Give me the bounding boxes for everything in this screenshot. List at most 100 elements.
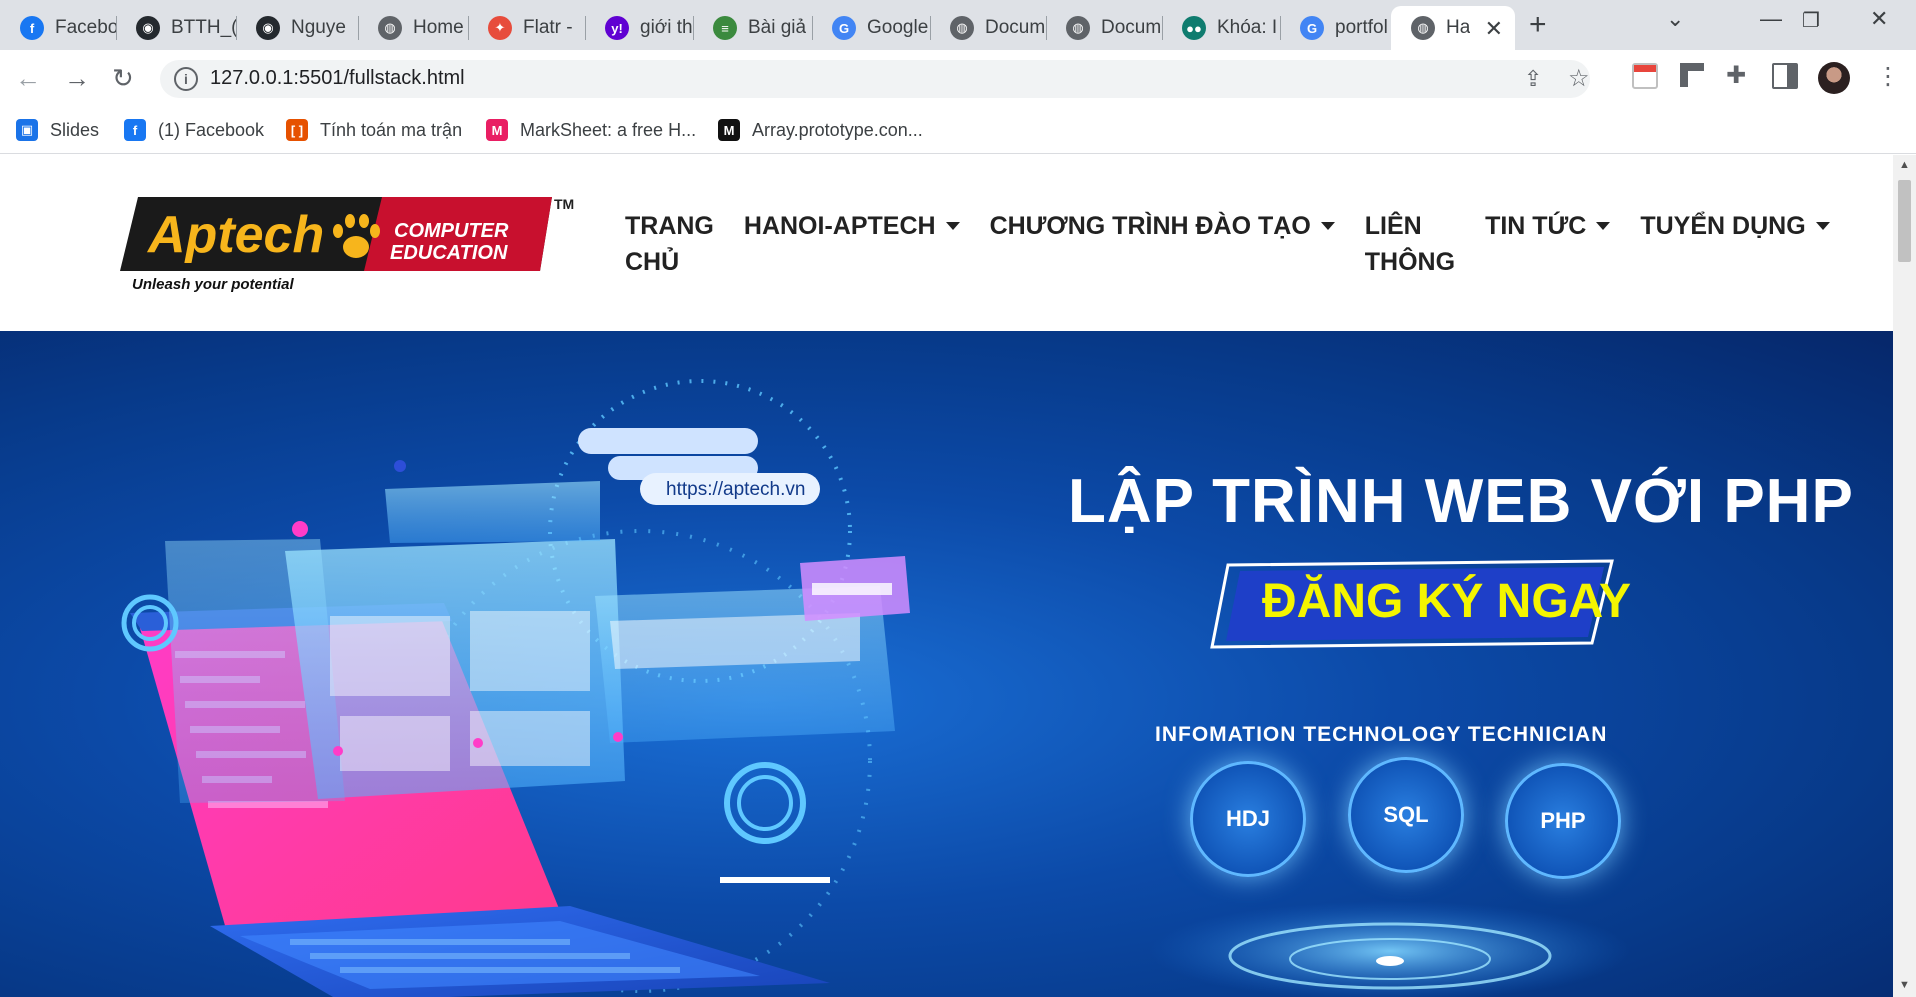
browser-tab[interactable]: Gportfol (1280, 6, 1391, 50)
globe-icon: ◍ (1066, 16, 1090, 40)
extensions-puzzle-icon[interactable]: ✚ (1726, 63, 1752, 89)
bookmark-item[interactable]: M Array.prototype.con... (718, 116, 923, 144)
browser-tab[interactable]: ●● Khóa: I (1162, 6, 1280, 50)
nav-label: TIN TỨC (1485, 212, 1587, 240)
facebook-icon: f (124, 119, 146, 141)
new-tab-button[interactable]: + (1529, 10, 1547, 40)
nav-item[interactable]: TRANG CHỦ (625, 208, 714, 280)
browser-tab[interactable]: ◍ Ha ✕ (1391, 6, 1515, 50)
share-icon[interactable]: ⇪ (1524, 66, 1542, 92)
forward-icon[interactable]: → (64, 63, 90, 93)
bookmark-item[interactable]: f (1) Facebook (124, 116, 264, 144)
logo-brand-text: Aptech (146, 206, 324, 264)
nav-label: HANOI-APTECH (743, 212, 936, 240)
extension-calendar-icon[interactable] (1632, 63, 1658, 89)
tab-label: Ha (1446, 17, 1471, 38)
profile-avatar[interactable] (1818, 62, 1850, 94)
restore-window-icon[interactable]: ❐ (1802, 8, 1820, 33)
nav-label: TUYỂN DỤNG (1640, 212, 1806, 240)
globe-icon: ◍ (1411, 16, 1435, 40)
matrix-icon: [ ] (286, 119, 308, 141)
close-tab-icon[interactable]: ✕ (1485, 16, 1503, 42)
reload-icon[interactable]: ↻ (112, 63, 134, 93)
coursera-dots-icon: ●● (1182, 16, 1206, 40)
bookmark-label: MarkSheet: a free H... (520, 119, 697, 140)
marksheet-icon: M (486, 119, 508, 141)
browser-tab[interactable]: ◍ Docum (930, 6, 1046, 50)
browser-tab[interactable]: ◍ Docum (1046, 6, 1162, 50)
browser-tab[interactable]: G Google (812, 6, 930, 50)
nav-item[interactable]: TUYỂN DỤNG (1640, 208, 1830, 280)
tab-strip: f Facebo ◉ BTTH_(◉ Nguye ◍ Home ✦ Flatr - y! giới… (0, 0, 1916, 50)
extension-grid-icon[interactable] (1680, 63, 1706, 89)
tab-label: Docum (985, 17, 1046, 38)
flatr-icon: ✦ (488, 16, 512, 40)
url-pill-text: https://aptech.vn (666, 479, 805, 500)
bookmark-star-icon[interactable]: ☆ (1568, 64, 1590, 93)
minimize-icon[interactable]: — (1760, 6, 1782, 32)
logo-line1-text: COMPUTER (394, 220, 509, 242)
browser-tab[interactable]: ◉ BTTH_( (116, 6, 236, 50)
nav-label: CHƯƠNG TRÌNH ĐÀO TẠO (989, 212, 1311, 240)
nav-item[interactable]: LIÊN THÔNG (1365, 208, 1455, 280)
nav-item[interactable]: TIN TỨC (1485, 208, 1611, 280)
nav-item[interactable]: CHƯƠNG TRÌNH ĐÀO TẠO (990, 208, 1335, 280)
hero-banner[interactable]: https://aptech.vn LẬP TRÌNH WEB VỚI PHP … (0, 331, 1893, 997)
bookmarks-bar: ▣ Slides f (1) Facebook [ ] Tính toán ma trận… (0, 106, 1916, 154)
github-icon: ◉ (256, 16, 280, 40)
slides-icon: ▣ (16, 119, 38, 141)
bookmark-item[interactable]: ▣ Slides (16, 116, 99, 144)
mdn-icon: M (718, 119, 740, 141)
github-icon: ◉ (136, 16, 160, 40)
scroll-down-arrow[interactable]: ▼ (1899, 979, 1910, 991)
bookmark-label: Slides (50, 119, 100, 140)
tech-badge-php: PHP (1505, 763, 1621, 879)
register-now-button[interactable]: ĐĂNG KÝ NGAY (1262, 574, 1631, 629)
browser-tab[interactable]: y! giới thi (585, 6, 693, 50)
browser-tab[interactable]: ◉ Nguye (236, 6, 358, 50)
chevron-down-icon (1815, 222, 1830, 230)
bookmark-item[interactable]: M MarkSheet: a free H... (486, 116, 696, 144)
laptop-illustration: https://aptech.vn (121, 379, 910, 997)
menu-kebab-icon[interactable]: ⋮ (1876, 62, 1900, 91)
web-page: Aptech COMPUTER EDUCATION TM Unleash you… (0, 155, 1893, 997)
address-bar[interactable]: i 127.0.0.1:5501/fullstack.html ⇪ ☆ (160, 60, 1590, 98)
browser-tab[interactable]: ≡ Bài giả (693, 6, 812, 50)
browser-tab[interactable]: ◍ Home (358, 6, 468, 50)
bookmark-item[interactable]: [ ] Tính toán ma trận (286, 116, 462, 144)
google-icon: G (1300, 16, 1324, 40)
nav-label: LIÊN THÔNG (1364, 212, 1456, 276)
scroll-thumb[interactable] (1898, 180, 1911, 262)
page-scrollbar[interactable]: ▲ ▼ (1893, 155, 1916, 997)
tab-label: BTTH_( (171, 17, 236, 38)
browser-toolbar: ← → ↻ i 127.0.0.1:5501/fullstack.html ⇪ … (0, 50, 1916, 106)
aptech-logo[interactable]: Aptech COMPUTER EDUCATION TM Unleash you… (120, 196, 580, 297)
address-url[interactable]: 127.0.0.1:5501/fullstack.html (210, 67, 465, 90)
bookmark-label: (1) Facebook (158, 119, 265, 140)
side-panel-icon[interactable] (1772, 63, 1798, 89)
tech-label-hdj: HDJ (1225, 806, 1270, 831)
bookmark-label: Tính toán ma trận (320, 119, 463, 140)
tech-badge-hdj: HDJ (1190, 761, 1306, 877)
tech-badge-sql: SQL (1348, 757, 1464, 873)
tab-search-icon[interactable]: ⌄ (1666, 6, 1684, 32)
scroll-up-arrow[interactable]: ▲ (1899, 159, 1910, 171)
tab-label: giới thi (640, 17, 693, 38)
nav-item[interactable]: HANOI-APTECH (744, 208, 960, 280)
tab-label: Facebo (55, 17, 116, 38)
close-window-icon[interactable]: ✕ (1870, 6, 1888, 32)
back-icon[interactable]: ← (15, 63, 41, 93)
browser-tab[interactable]: f Facebo (0, 6, 116, 50)
browser-tab[interactable]: ✦ Flatr - (468, 6, 585, 50)
bookmark-label: Array.prototype.con... (752, 119, 923, 140)
facebook-icon: f (20, 16, 44, 40)
site-header: Aptech COMPUTER EDUCATION TM Unleash you… (0, 155, 1893, 331)
platform-glow (1150, 901, 1630, 997)
tab-label: Home (413, 17, 464, 38)
tech-label-php: PHP (1540, 808, 1586, 833)
tab-label: Docum (1101, 17, 1162, 38)
globe-icon: ◍ (950, 16, 974, 40)
tab-label: Khóa: I (1217, 17, 1278, 38)
globe-icon: ◍ (378, 16, 402, 40)
site-info-icon[interactable]: i (174, 67, 198, 91)
